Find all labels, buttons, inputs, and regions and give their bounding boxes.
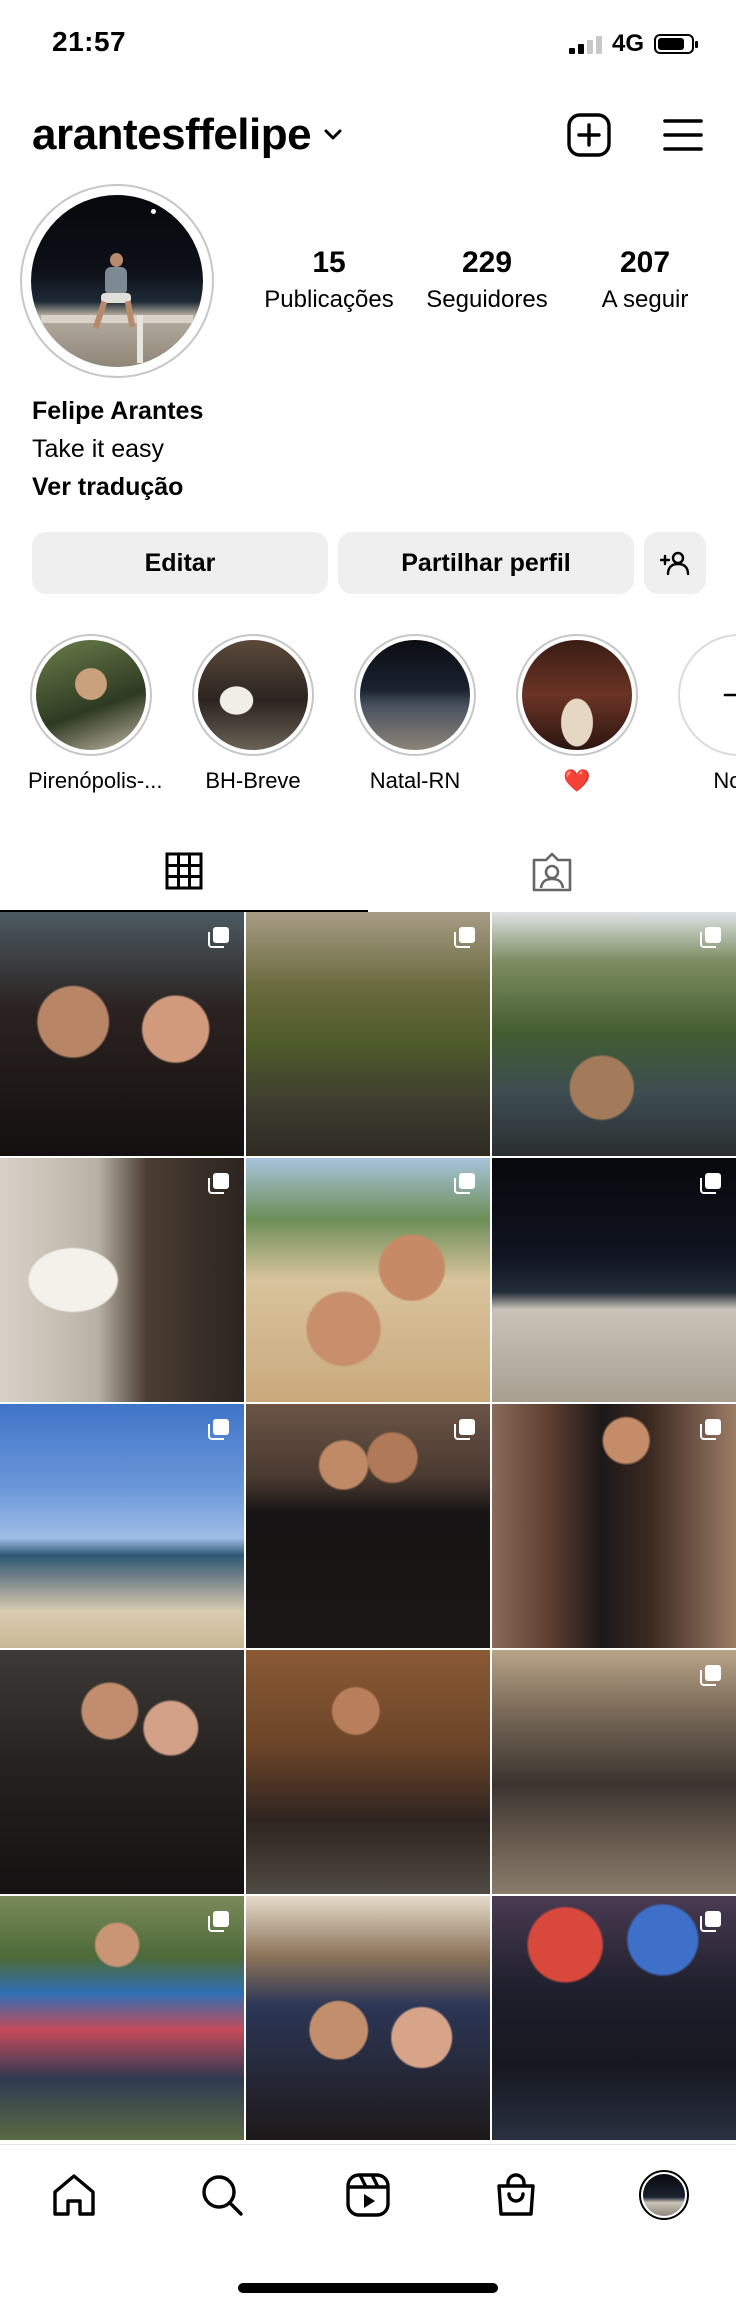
- home-indicator: [238, 2283, 498, 2293]
- post-thumbnail[interactable]: [0, 1650, 244, 1894]
- profile-avatar: [31, 195, 203, 367]
- highlight-bh[interactable]: BH-Breve: [190, 634, 316, 794]
- post-thumbnail[interactable]: [246, 1650, 490, 1894]
- stat-posts-count: 15: [312, 246, 346, 279]
- stat-followers-label: Seguidores: [426, 286, 548, 313]
- multi-post-icon: [454, 1172, 476, 1194]
- stat-followers[interactable]: 229 Seguidores: [402, 246, 572, 314]
- highlight-label: BH-Breve: [205, 768, 301, 793]
- new-post-icon[interactable]: [564, 110, 614, 160]
- tab-grid[interactable]: [0, 832, 368, 912]
- highlight-label: Pirenópolis-...: [28, 768, 163, 793]
- grid-icon: [165, 852, 203, 890]
- edit-profile-button[interactable]: Editar: [32, 532, 328, 594]
- network-label: 4G: [611, 30, 644, 57]
- highlight-natal[interactable]: Natal-RN: [352, 634, 478, 794]
- username: arantesffelipe: [32, 110, 312, 159]
- tagged-icon: [532, 852, 572, 892]
- multi-post-icon: [208, 1910, 230, 1932]
- stat-followers-count: 229: [461, 246, 513, 279]
- multi-post-icon: [700, 1418, 722, 1440]
- highlight-thumbnail: [522, 640, 632, 750]
- display-name: Felipe Arantes: [32, 397, 204, 425]
- highlight-thumbnail: [198, 640, 308, 750]
- post-thumbnail[interactable]: [0, 1404, 244, 1648]
- profile-avatar-ring[interactable]: [20, 184, 214, 378]
- profile-tabs: [0, 832, 736, 912]
- post-thumbnail[interactable]: [0, 912, 244, 1156]
- reels-icon[interactable]: [338, 2165, 398, 2225]
- multi-post-icon: [700, 1910, 722, 1932]
- highlight-heart[interactable]: ❤️: [514, 634, 640, 794]
- tab-tagged[interactable]: [368, 832, 736, 912]
- post-thumbnail[interactable]: [492, 1158, 736, 1402]
- person-add-icon: [660, 551, 690, 576]
- multi-post-icon: [700, 1172, 722, 1194]
- stat-posts[interactable]: 15 Publicações: [244, 246, 414, 314]
- signal-icon: [568, 34, 602, 54]
- shop-icon[interactable]: [486, 2165, 546, 2225]
- discover-people-button[interactable]: [644, 532, 706, 594]
- menu-icon[interactable]: [658, 110, 708, 160]
- multi-post-icon: [208, 1418, 230, 1440]
- profile-avatar[interactable]: [634, 2165, 694, 2225]
- search-icon[interactable]: [192, 2165, 252, 2225]
- posts-grid: [0, 912, 736, 2140]
- highlight-label: ❤️: [563, 768, 591, 793]
- chevron-down-icon: [324, 129, 342, 140]
- post-thumbnail[interactable]: [492, 1896, 736, 2140]
- stat-posts-label: Publicações: [264, 286, 394, 313]
- highlight-thumbnail: [360, 640, 470, 750]
- profile-bio: Felipe Arantes Take it easy Ver tradução: [32, 392, 203, 506]
- multi-post-icon: [454, 926, 476, 948]
- multi-post-icon: [700, 1664, 722, 1686]
- status-bar: 21:57 4G: [0, 0, 736, 88]
- multi-post-icon: [208, 926, 230, 948]
- highlight-label: Novo: [713, 768, 736, 793]
- profile-header: arantesffelipe: [0, 100, 736, 170]
- post-thumbnail[interactable]: [492, 1650, 736, 1894]
- username-switcher[interactable]: arantesffelipe: [32, 110, 345, 160]
- post-thumbnail[interactable]: [0, 1896, 244, 2140]
- multi-post-icon: [454, 1418, 476, 1440]
- battery-icon: [654, 34, 698, 54]
- translate-link[interactable]: Ver tradução: [32, 468, 203, 506]
- highlight-thumbnail: [36, 640, 146, 750]
- post-thumbnail[interactable]: [246, 1896, 490, 2140]
- home-icon[interactable]: [44, 2165, 104, 2225]
- status-time: 21:57: [52, 26, 127, 57]
- post-thumbnail[interactable]: [492, 1404, 736, 1648]
- bottom-navigation: [0, 2144, 736, 2309]
- highlight-pirenopolis[interactable]: Pirenópolis-...: [28, 634, 163, 794]
- post-thumbnail[interactable]: [246, 1158, 490, 1402]
- stat-following[interactable]: 207 A seguir: [560, 246, 730, 314]
- stat-following-count: 207: [619, 246, 671, 279]
- bio-text: Take it easy: [32, 435, 165, 463]
- highlight-new[interactable]: Novo: [676, 634, 736, 794]
- plus-icon: [723, 693, 736, 697]
- stat-following-label: A seguir: [601, 286, 689, 313]
- multi-post-icon: [208, 1172, 230, 1194]
- post-thumbnail[interactable]: [246, 912, 490, 1156]
- story-highlights: Pirenópolis-... BH-Breve Natal-RN ❤️ Nov…: [0, 634, 736, 794]
- post-thumbnail[interactable]: [246, 1404, 490, 1648]
- highlight-label: Natal-RN: [369, 768, 461, 793]
- share-profile-button[interactable]: Partilhar perfil: [338, 532, 634, 594]
- multi-post-icon: [700, 926, 722, 948]
- post-thumbnail[interactable]: [0, 1158, 244, 1402]
- post-thumbnail[interactable]: [492, 912, 736, 1156]
